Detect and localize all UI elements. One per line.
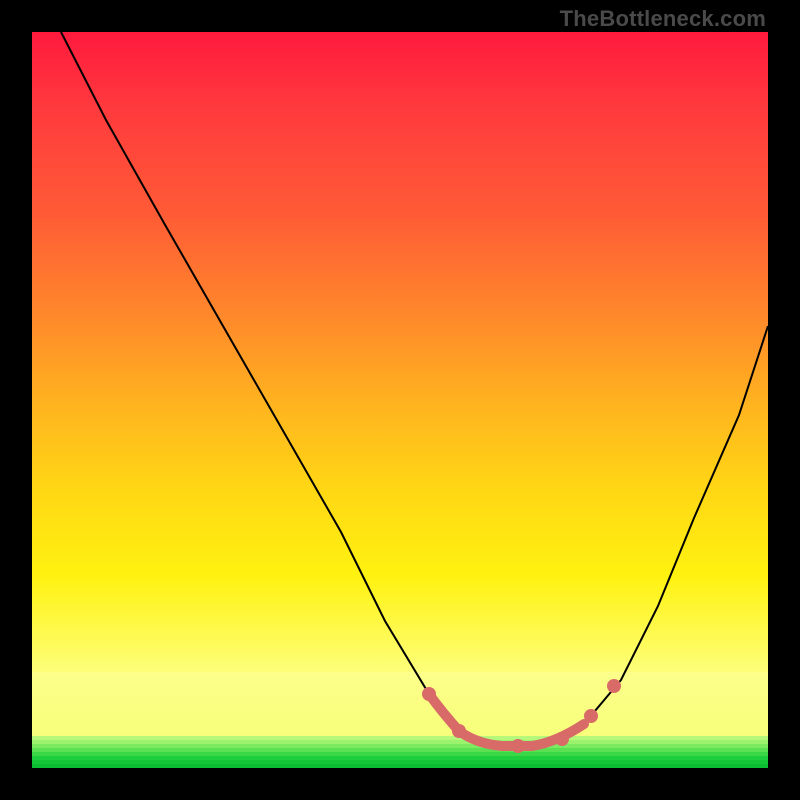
plot-area: [32, 32, 768, 768]
chart-frame: TheBottleneck.com: [0, 0, 800, 800]
highlight-dot: [452, 724, 466, 738]
highlight-dot: [422, 687, 436, 701]
highlight-dot: [607, 679, 621, 693]
highlight-dot: [511, 739, 525, 753]
bottleneck-curve-svg: [32, 32, 768, 768]
highlight-dot: [584, 709, 598, 723]
highlight-dot: [555, 732, 569, 746]
watermark-text: TheBottleneck.com: [560, 6, 766, 32]
bottleneck-curve: [61, 32, 768, 746]
